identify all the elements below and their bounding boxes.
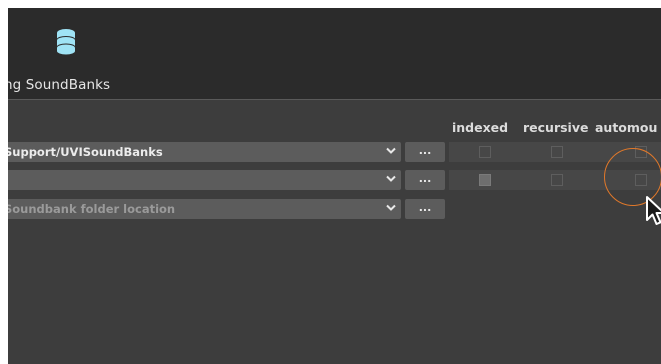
chevron-down-icon (386, 147, 396, 154)
header: ng SoundBanks (8, 8, 661, 99)
browse-button[interactable]: ... (405, 170, 445, 190)
browse-button[interactable]: ... (405, 142, 445, 162)
recursive-checkbox[interactable] (551, 174, 563, 186)
soundbank-path-value: Support/UVISoundBanks (8, 145, 163, 159)
column-header-automount: automou (595, 120, 658, 135)
header-title: ng SoundBanks (8, 77, 111, 93)
browse-button[interactable]: ... (405, 199, 445, 219)
soundbank-path-dropdown[interactable]: Support/UVISoundBanks (8, 142, 401, 162)
column-header-indexed: indexed (452, 120, 509, 135)
soundbank-row: Support/UVISoundBanks ... (8, 142, 661, 162)
header-divider (8, 99, 661, 100)
recursive-checkbox[interactable] (551, 146, 563, 158)
soundbank-path-placeholder: Soundbank folder location (8, 202, 176, 216)
soundbank-path-dropdown[interactable]: Soundbank folder location (8, 199, 401, 219)
mouse-pointer-icon (646, 196, 661, 225)
indexed-checkbox[interactable] (479, 146, 491, 158)
chevron-down-icon (386, 204, 396, 211)
soundbanks-panel: ng SoundBanks indexed recursive automou … (8, 8, 661, 364)
column-header-recursive: recursive (523, 120, 589, 135)
chevron-down-icon (386, 175, 396, 182)
soundbank-row-new: Soundbank folder location ... (8, 199, 661, 219)
soundbank-path-dropdown[interactable] (8, 170, 401, 190)
indexed-checkbox[interactable] (479, 174, 491, 186)
database-icon (57, 29, 75, 55)
soundbank-row: ... (8, 170, 661, 190)
